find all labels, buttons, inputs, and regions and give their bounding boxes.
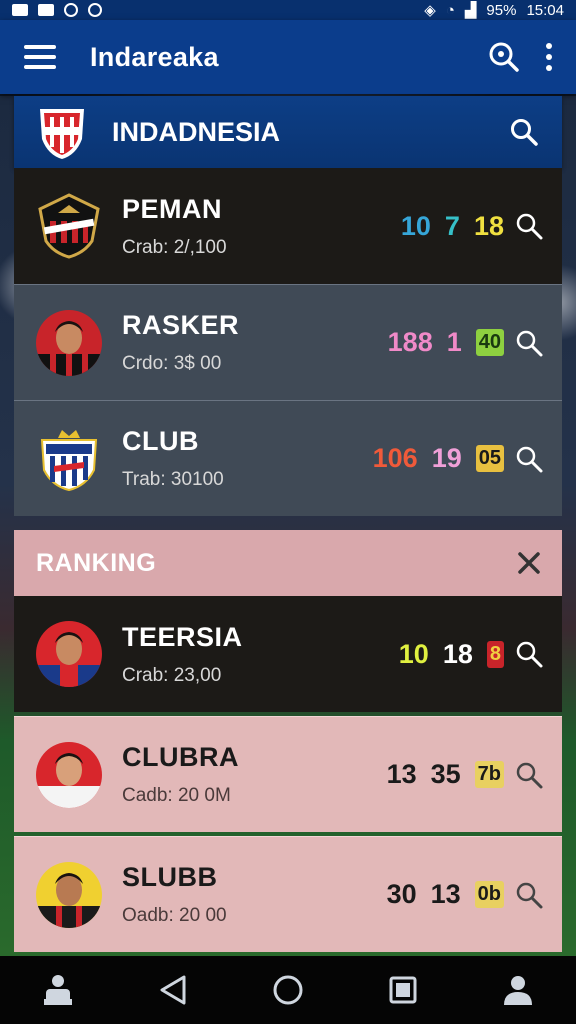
club-crest-icon [40, 109, 84, 159]
back-icon[interactable] [151, 968, 195, 1012]
stat-value: 30 [386, 879, 417, 909]
team-stats: 30 13 0b [387, 879, 504, 910]
team-name: PEMAN [122, 193, 223, 224]
team-detail: Cadb: 20 0M [122, 785, 231, 806]
stat-badge: 0b [474, 881, 504, 908]
team-name: CLUBRA [122, 742, 239, 772]
list-item[interactable]: PEMAN Crab: 2/,100 10 7 18 [14, 168, 562, 284]
app-bar: Indareaka [0, 20, 576, 94]
search-icon[interactable] [514, 211, 544, 241]
recents-icon[interactable] [381, 968, 425, 1012]
home-icon[interactable] [36, 968, 80, 1012]
stat-badge: 40 [475, 329, 504, 356]
system-nav-bar [0, 956, 576, 1024]
search-icon[interactable] [514, 328, 544, 358]
stat-badge: 8 [486, 640, 504, 668]
stat-badge: 7b [474, 761, 504, 788]
profile-icon[interactable] [496, 968, 540, 1012]
stat-value: 18 [473, 210, 504, 241]
vibrate-icon: ◈ [424, 2, 436, 19]
search-icon[interactable] [514, 880, 544, 910]
team-name: CLUB [122, 426, 199, 456]
search-icon[interactable] [484, 37, 524, 77]
stat-value: 35 [430, 759, 461, 789]
team-stats: 13 35 7b [387, 759, 504, 790]
section-header: INDADNESIA [14, 96, 562, 168]
team-detail: Crab: 23,00 [122, 664, 222, 686]
ranking-row[interactable]: TEERSIA Crab: 23,00 10 18 8 [14, 596, 562, 712]
team-detail: Crdo: 3$ 00 [122, 353, 222, 374]
stat-value: 18 [442, 638, 473, 669]
hamburger-icon[interactable] [24, 45, 56, 69]
more-vert-icon[interactable] [546, 43, 552, 71]
player-avatar [36, 621, 102, 687]
stat-value: 1 [446, 327, 462, 357]
wifi-icon: ◔ [445, 1, 455, 19]
player-avatar [36, 741, 102, 808]
stat-value: 13 [430, 879, 461, 909]
sync-icon [64, 3, 78, 17]
stat-value: 10 [398, 638, 429, 669]
team-detail: Trab: 30100 [122, 469, 224, 490]
search-icon[interactable] [514, 760, 544, 790]
ranking-row[interactable]: CLUBRA Cadb: 20 0M 13 35 7b [14, 716, 562, 832]
team-stats: 10 7 18 [401, 211, 504, 242]
club-crest-icon [40, 429, 98, 491]
team-name: RASKER [122, 310, 240, 340]
stat-value: 106 [372, 443, 418, 473]
signal-icon: ▟ [464, 2, 477, 19]
status-system: ◈ ◔ ▟ 95% 15:04 [424, 1, 564, 20]
stat-value: 7 [444, 210, 460, 241]
stat-badge: 05 [475, 445, 504, 472]
search-icon[interactable] [514, 639, 544, 669]
player-avatar [36, 861, 102, 928]
section-search-icon[interactable] [504, 112, 544, 152]
status-bar: ◈ ◔ ▟ 95% 15:04 [0, 0, 576, 20]
team-stats: 10 18 8 [399, 639, 504, 670]
ranking-title: RANKING [36, 548, 157, 577]
ranking-header: RANKING [14, 530, 562, 596]
stat-value: 188 [387, 327, 433, 357]
stat-value: 19 [431, 443, 462, 473]
team-name: SLUBB [122, 862, 218, 892]
stat-value: 10 [400, 210, 431, 241]
status-notifications [12, 3, 102, 17]
ranking-row[interactable]: SLUBB Oadb: 20 00 30 13 0b [14, 836, 562, 952]
list-item[interactable]: RASKER Crdo: 3$ 00 188 1 40 [14, 284, 562, 400]
team-name: TEERSIA [122, 621, 243, 652]
list-item[interactable]: CLUB Trab: 30100 106 19 05 [14, 400, 562, 516]
player-avatar [36, 309, 102, 376]
clock: 15:04 [526, 1, 564, 19]
mail-icon [38, 4, 54, 16]
team-stats: 106 19 05 [373, 443, 504, 474]
stat-value: 13 [386, 759, 417, 789]
notification-icon [12, 4, 28, 16]
team-detail: Crab: 2/,100 [122, 236, 227, 258]
close-icon[interactable] [514, 548, 544, 578]
team-detail: Oadb: 20 00 [122, 905, 227, 926]
app-title: Indareaka [90, 41, 219, 72]
club-crest-icon [38, 193, 100, 259]
battery-level: 95% [486, 1, 517, 19]
home-circle-icon[interactable] [266, 968, 310, 1012]
search-icon[interactable] [514, 444, 544, 474]
app-notification-icon [88, 3, 102, 17]
section-title: INDADNESIA [112, 116, 281, 147]
team-stats: 188 1 40 [388, 327, 504, 358]
